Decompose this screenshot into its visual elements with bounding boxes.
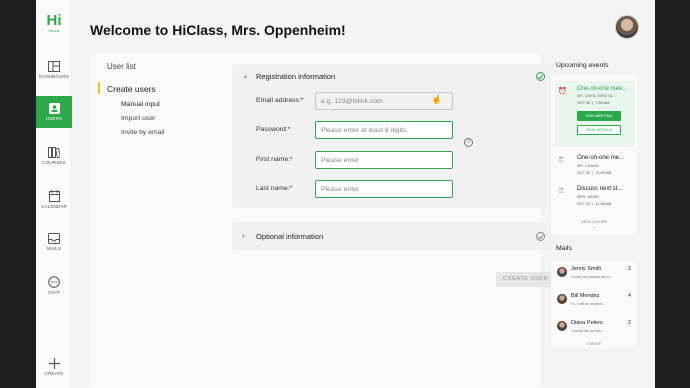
nav-courses-label: COURSES: [42, 160, 66, 165]
avatar: [557, 321, 567, 331]
event-item[interactable]: ♖ Discuss next st... MRS. WEBB OCT 31 | …: [555, 183, 635, 213]
mail-item[interactable]: Diana Peters I would like to talk... 2: [555, 317, 635, 343]
event-item[interactable]: ⏰ One-on-one mee... MS. CHEN, MRS SA... …: [555, 81, 635, 147]
invite-by-email-link[interactable]: Invite by email: [121, 129, 164, 136]
nav-create-label: CREATE: [44, 371, 64, 376]
app-frame: Hi HiLink DASHBOARD USERS COURSES CALEND…: [36, 0, 655, 388]
password-field[interactable]: Please enter at least 8 digits.: [315, 121, 453, 139]
events-list: ⏰ One-on-one mee... MS. CHEN, MRS SA... …: [551, 75, 637, 235]
sidebar: Hi HiLink DASHBOARD USERS COURSES CALEND…: [36, 0, 72, 388]
check-circle-icon: [536, 72, 545, 81]
chat-icon: [48, 276, 60, 288]
avatar[interactable]: [615, 15, 639, 39]
mail-preview: Hi, I will be absent...: [571, 302, 605, 306]
nav-courses[interactable]: COURSES: [36, 147, 72, 165]
optional-card[interactable]: › Optional information: [232, 222, 557, 250]
create-users-link[interactable]: Create users: [98, 82, 156, 94]
right-panel: Upcoming events ⏰ One-on-one mee... MS. …: [551, 53, 643, 388]
calendar-icon: [48, 190, 60, 202]
meeting-icon: ♖: [558, 157, 565, 164]
event-title: One-on-one me...: [577, 155, 625, 161]
check-circle-icon: [536, 232, 545, 241]
view-more-mails-link[interactable]: 4 MORE: [551, 341, 637, 346]
mail-item[interactable]: Bill Mendez Hi, I will be absent... 4: [555, 290, 635, 316]
plus-icon: [48, 358, 60, 369]
avatar: [557, 294, 567, 304]
mail-count-badge: 2: [627, 266, 631, 272]
nav-users-label: USERS: [45, 116, 63, 121]
registration-title[interactable]: Registration information: [256, 72, 335, 81]
courses-icon: [48, 147, 60, 158]
event-date: OCT 31 | 11:00 AM: [577, 202, 612, 206]
mail-count-badge: 4: [627, 293, 631, 299]
mails-list: Jenny Smith Could you please send... 2 B…: [551, 261, 637, 348]
help-icon[interactable]: ?: [464, 138, 473, 147]
cursor-icon: ☝: [431, 94, 443, 104]
logo-sub: HiLink: [48, 28, 60, 33]
event-participants: MS. CHEN, MRS SA...: [577, 94, 616, 98]
event-date: OCT 30 | 7:00 AM: [577, 101, 610, 105]
event-title: Discuss next st...: [577, 186, 623, 192]
manual-input-link[interactable]: Manual input: [121, 101, 160, 108]
mails-title: Mails: [556, 245, 572, 252]
page-title: Welcome to HiClass, Mrs. Oppenheim!: [90, 22, 346, 38]
users-icon: [48, 103, 60, 114]
mail-preview: I would like to talk...: [571, 329, 605, 333]
nav-dashboard-label: DASHBOARD: [39, 74, 69, 79]
event-item[interactable]: ♖ One-on-one me... MR. CHANG OCT 30 | 11…: [555, 152, 635, 182]
nav-create[interactable]: CREATE: [36, 358, 72, 376]
nav-users[interactable]: USERS: [36, 96, 72, 128]
create-user-button[interactable]: CREATE USER: [496, 272, 555, 287]
last-name-label: Last name:*: [256, 185, 293, 192]
logo-text: Hi: [46, 12, 62, 29]
first-name-label: First name:*: [256, 156, 293, 163]
mail-item[interactable]: Jenny Smith Could you please send... 2: [555, 263, 635, 289]
nav-mails[interactable]: MAILS: [36, 233, 72, 251]
email-label: Email address:*: [256, 97, 304, 104]
main-panel: User list Create users Manual input Impo…: [90, 53, 557, 388]
nav-mails-label: MAILS: [46, 246, 62, 251]
chevron-right-icon[interactable]: ›: [242, 231, 245, 240]
avatar: [557, 267, 567, 277]
import-user-link[interactable]: Import user: [121, 115, 155, 122]
meeting-icon: ♖: [558, 188, 565, 195]
last-name-field[interactable]: Please enter: [315, 180, 453, 198]
mail-sender: Jenny Smith: [571, 266, 602, 272]
dashboard-icon: [48, 61, 60, 72]
mail-preview: Could you please send...: [571, 275, 613, 279]
upcoming-events-title: Upcoming events: [556, 62, 609, 69]
nav-dashboard[interactable]: DASHBOARD: [36, 61, 72, 79]
join-meeting-button[interactable]: JOIN MEETING: [577, 111, 621, 121]
logo[interactable]: Hi HiLink: [41, 12, 67, 33]
mail-count-badge: 2: [627, 320, 631, 326]
password-label: Password:*: [256, 126, 291, 133]
chevron-down-icon[interactable]: ⌄: [242, 71, 249, 80]
event-date: OCT 30 | 11:00 AM: [577, 171, 612, 175]
view-details-button[interactable]: VIEW DETAILS: [577, 125, 621, 135]
mails-icon: [48, 233, 60, 244]
optional-title[interactable]: Optional information: [256, 232, 323, 241]
mail-sender: Bill Mendez: [571, 293, 600, 299]
nav-chat-label: CHAT: [47, 290, 61, 295]
first-name-field[interactable]: Please enter: [315, 151, 453, 169]
user-list-link[interactable]: User list: [107, 62, 136, 71]
view-more-events-link[interactable]: VIEW 3 MORE ⌄: [551, 219, 637, 229]
event-participants: MRS. WEBB: [577, 195, 599, 199]
registration-card: ⌄ Registration information Email address…: [232, 64, 557, 208]
nav-calendar-label: CALENDAR: [41, 204, 67, 209]
alarm-icon: ⏰: [558, 88, 567, 95]
event-title: One-on-one mee...: [577, 86, 628, 92]
nav-calendar[interactable]: CALENDAR: [36, 190, 72, 209]
nav-chat[interactable]: CHAT: [36, 276, 72, 295]
mail-sender: Diana Peters: [571, 320, 603, 326]
event-participants: MR. CHANG: [577, 164, 599, 168]
